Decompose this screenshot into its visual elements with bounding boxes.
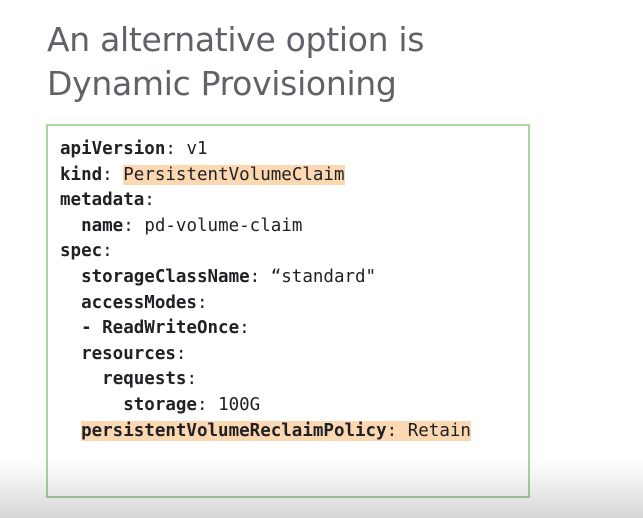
yaml-key: requests bbox=[102, 369, 187, 390]
slide: An alternative option is Dynamic Provisi… bbox=[0, 0, 643, 518]
yaml-key: metadata bbox=[60, 190, 145, 211]
yaml-key: storageClassName bbox=[81, 266, 250, 287]
code-line-storageclassname: storageClassName: “standard" bbox=[81, 266, 377, 287]
code-line-spec: spec: bbox=[60, 241, 113, 262]
yaml-key: - ReadWriteOnce bbox=[81, 318, 240, 339]
yaml-key: storage bbox=[123, 394, 197, 415]
yaml-key: resources bbox=[81, 343, 176, 364]
code-line-kind: kind: PersistentVolumeClaim bbox=[60, 164, 345, 185]
yaml-value: Retain bbox=[397, 420, 471, 441]
code-line-reclaimpolicy: persistentVolumeReclaimPolicy: Retain bbox=[60, 419, 471, 445]
slide-title-line-2: Dynamic Provisioning bbox=[47, 64, 397, 103]
yaml-value: pd-volume-claim bbox=[133, 215, 303, 236]
yaml-value: “standard" bbox=[260, 266, 377, 287]
code-line-readwriteonce: - ReadWriteOnce: bbox=[81, 318, 250, 339]
yaml-key: accessModes bbox=[81, 292, 197, 313]
yaml-key: spec bbox=[60, 241, 103, 262]
code-line-storage: storage: 100G bbox=[123, 394, 261, 415]
highlighted-reclaim-policy: persistentVolumeReclaimPolicy: Retain bbox=[81, 420, 471, 441]
code-line-metadata: metadata: bbox=[60, 190, 155, 211]
code-line-apiversion: apiVersion: v1 bbox=[60, 139, 208, 159]
code-box: apiVersion: v1 kind: PersistentVolumeClai… bbox=[46, 124, 530, 498]
slide-title-line-1: An alternative option is bbox=[47, 20, 425, 59]
yaml-key: kind bbox=[60, 164, 103, 185]
slide-title: An alternative option is Dynamic Provisi… bbox=[47, 18, 424, 106]
code-line-requests: requests: bbox=[102, 369, 197, 390]
code-line-name: name: pd-volume-claim bbox=[81, 215, 303, 236]
highlighted-kind-value: PersistentVolumeClaim bbox=[123, 164, 345, 185]
yaml-key: persistentVolumeReclaimPolicy bbox=[81, 420, 387, 441]
yaml-value: v1 bbox=[175, 139, 208, 159]
code-line-resources: resources: bbox=[81, 343, 187, 364]
yaml-code-block: apiVersion: v1 kind: PersistentVolumeClai… bbox=[60, 137, 471, 444]
yaml-key: apiVersion bbox=[60, 139, 166, 159]
yaml-value: 100G bbox=[207, 394, 261, 415]
code-line-accessmodes: accessModes: bbox=[81, 292, 208, 313]
yaml-key: name bbox=[81, 215, 124, 236]
